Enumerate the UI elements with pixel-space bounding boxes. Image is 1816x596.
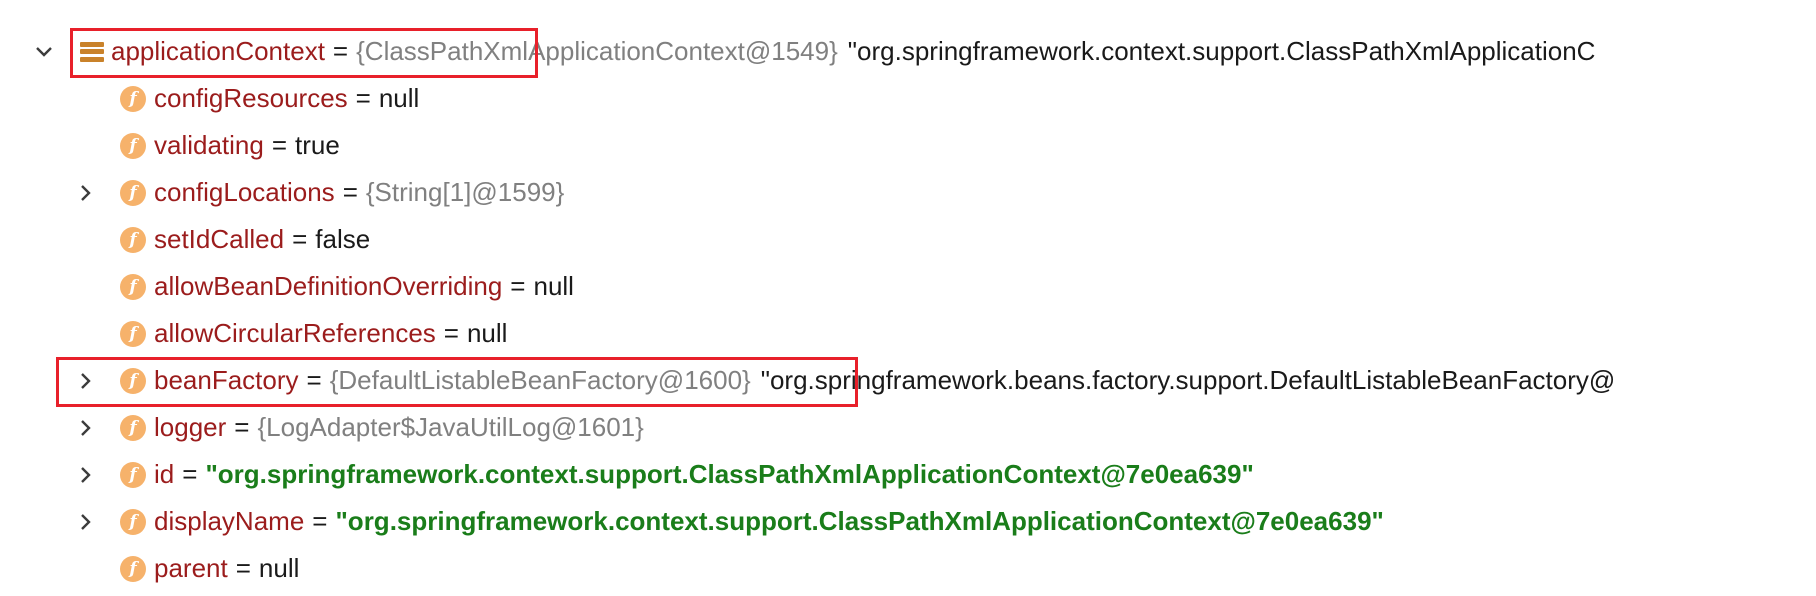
tree-row-validating[interactable]: f validating = true [0,122,1816,169]
tree-row-displayName[interactable]: f displayName = "org.springframework.con… [0,498,1816,545]
chevron-right-icon[interactable] [72,404,100,451]
tree-row-allowCircularReferences[interactable]: f allowCircularReferences = null [0,310,1816,357]
field-icon: f [120,461,146,488]
tree-row-setIdCalled[interactable]: f setIdCalled = false [0,216,1816,263]
variable-reference: {ClassPathXmlApplicationContext@1549} [356,36,838,66]
equals-sign: = [332,36,349,66]
field-name: setIdCalled [154,224,285,254]
field-value: null [378,83,420,113]
equals-sign: = [271,130,288,160]
field-icon: f [120,555,146,582]
field-value: {LogAdapter$JavaUtilLog@1601} [257,412,644,442]
field-name: id [154,459,175,489]
field-icon: f [120,320,146,347]
variable-description: "org.springframework.context.support.Cla… [847,36,1596,66]
field-name: logger [154,412,227,442]
tree-row-allowBeanDefinitionOverriding[interactable]: f allowBeanDefinitionOverriding = null [0,263,1816,310]
field-name: beanFactory [154,365,299,395]
field-value: true [295,130,340,160]
equals-sign: = [182,459,198,489]
equals-sign: = [292,224,308,254]
variable-name: applicationContext [111,36,325,66]
field-value: {String[1]@1599} [365,177,565,207]
tree-row-id[interactable]: f id = "org.springframework.context.supp… [0,451,1816,498]
field-value: null [533,271,574,301]
chevron-down-icon[interactable] [30,28,58,75]
tree-row-parent[interactable]: f parent = null [0,545,1816,592]
object-icon [80,40,104,64]
field-value: {DefaultListableBeanFactory@1600} [329,365,751,395]
tree-row-configLocations[interactable]: f configLocations = {String[1]@1599} [0,169,1816,216]
field-name: configResources [154,83,348,113]
chevron-right-icon[interactable] [72,451,100,498]
field-icon: f [120,179,146,206]
tree-row-applicationContext[interactable]: applicationContext = {ClassPathXmlApplic… [0,28,1816,75]
field-description: "org.springframework.beans.factory.suppo… [760,365,1616,395]
equals-sign: = [312,506,328,536]
field-value: "org.springframework.context.support.Cla… [205,459,1254,489]
field-icon: f [120,508,146,535]
chevron-right-icon[interactable] [72,357,100,404]
field-value: null [258,553,300,583]
field-name: displayName [154,506,305,536]
equals-sign: = [443,318,459,348]
field-name: validating [154,130,264,160]
field-icon: f [120,367,146,394]
field-icon: f [120,85,146,112]
field-icon: f [120,273,146,300]
equals-sign: = [234,412,250,442]
field-name: allowBeanDefinitionOverriding [154,271,503,301]
field-name: allowCircularReferences [154,318,436,348]
field-icon: f [120,414,146,441]
tree-row-logger[interactable]: f logger = {LogAdapter$JavaUtilLog@1601} [0,404,1816,451]
field-icon: f [120,226,146,253]
tree-row-configResources[interactable]: f configResources = null [0,75,1816,122]
chevron-right-icon[interactable] [72,498,100,545]
chevron-right-icon[interactable] [72,169,100,216]
debugger-variables-tree: applicationContext = {ClassPathXmlApplic… [0,28,1816,592]
field-icon: f [120,132,146,159]
field-value: "org.springframework.context.support.Cla… [335,506,1384,536]
equals-sign: = [306,365,322,395]
field-value: false [315,224,371,254]
field-name: configLocations [154,177,335,207]
equals-sign: = [342,177,358,207]
field-name: parent [154,553,228,583]
equals-sign: = [355,83,371,113]
equals-sign: = [510,271,526,301]
tree-row-beanFactory[interactable]: f beanFactory = {DefaultListableBeanFact… [0,357,1816,404]
field-value: null [466,318,508,348]
equals-sign: = [235,553,251,583]
